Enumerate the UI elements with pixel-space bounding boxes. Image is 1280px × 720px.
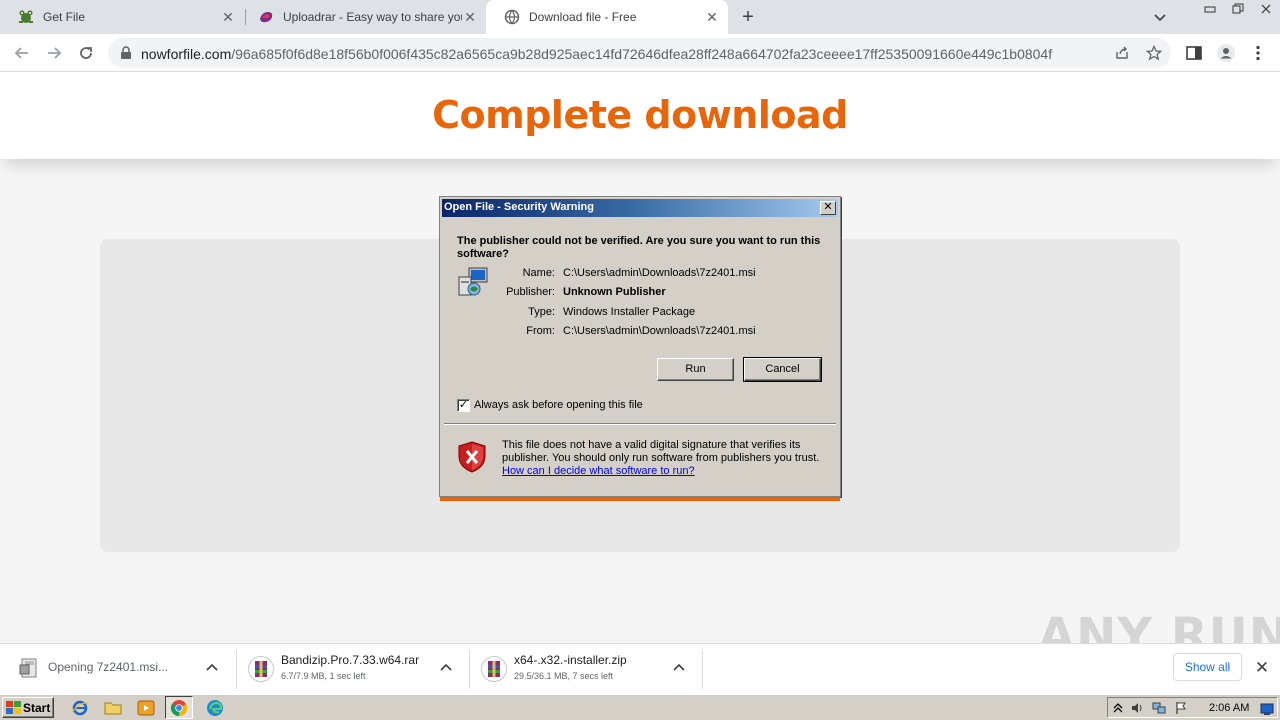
address-bar[interactable]: nowforfile.com/96a685f0f6d8e18f56b0f006f…: [108, 38, 1171, 68]
download-status: 29.5/36.1 MB, 7 secs left: [514, 671, 614, 681]
download-item[interactable]: x64-.x32.-installer.zip 29.5/36.1 MB, 7 …: [470, 644, 702, 695]
new-tab-button[interactable]: +: [738, 7, 758, 27]
close-download-bar-button[interactable]: ✕: [1253, 659, 1271, 677]
url-host: nowforfile.com: [141, 46, 232, 62]
download-name: Opening 7z2401.msi...: [48, 660, 169, 674]
tab-search-chevron-icon[interactable]: [1152, 9, 1168, 25]
frog-icon: [19, 10, 33, 23]
tab-uploadrar[interactable]: Uploadrar - Easy way to share your ✕: [240, 0, 486, 34]
share-icon[interactable]: [1114, 45, 1130, 61]
dialog-title: Open File - Security Warning: [444, 201, 594, 213]
tab-close-button[interactable]: ✕: [462, 9, 478, 25]
download-name: Bandizip.Pro.7.33.w64.rar: [281, 653, 420, 667]
msi-file-icon: [19, 658, 37, 678]
tab-title: Uploadrar - Easy way to share your: [283, 10, 462, 24]
media-player-icon[interactable]: [137, 699, 155, 717]
name-key: Name:: [522, 267, 555, 279]
globe-icon: [504, 9, 520, 25]
help-link[interactable]: How can I decide what software to run?: [502, 465, 695, 477]
download-separator: [702, 650, 703, 689]
reload-icon[interactable]: [76, 43, 96, 63]
security-warning-dialog: Open File - Security Warning ✕ The publi…: [439, 196, 841, 501]
download-name: x64-.x32.-installer.zip: [514, 653, 627, 667]
url-text[interactable]: nowforfile.com/96a685f0f6d8e18f56b0f006f…: [141, 46, 1101, 62]
restore-icon: [1232, 3, 1244, 14]
start-label: Start: [23, 701, 51, 715]
network-icon[interactable]: [1152, 701, 1166, 715]
tab-strip: Get File ✕ Uploadrar - Easy way to share…: [0, 0, 1280, 34]
windows-logo-icon: [6, 701, 21, 714]
download-item[interactable]: Bandizip.Pro.7.33.w64.rar 6.7/7.9 MB, 1 …: [237, 644, 469, 695]
action-center-flag-icon[interactable]: [1174, 701, 1188, 715]
minimize-icon: [1204, 6, 1216, 13]
url-path: /96a685f0f6d8e18f56b0f006f435c82a6565ca9…: [231, 46, 1053, 62]
chrome-taskbar-button[interactable]: [165, 696, 193, 719]
show-desktop-icon[interactable]: [1260, 702, 1274, 716]
download-bar: Opening 7z2401.msi... Bandizip.Pro.7.33.…: [0, 643, 1280, 694]
name-value: C:\Users\admin\Downloads\7z2401.msi: [563, 267, 756, 279]
profile-avatar-icon[interactable]: [1216, 43, 1236, 63]
run-button[interactable]: Run: [657, 358, 734, 381]
publisher-value: Unknown Publisher: [563, 286, 666, 298]
folder-icon[interactable]: [104, 699, 122, 717]
download-status: 6.7/7.9 MB, 1 sec left: [281, 671, 366, 681]
type-key: Type:: [528, 306, 555, 318]
system-tray: 2:06 AM: [1107, 697, 1278, 718]
download-item[interactable]: Opening 7z2401.msi...: [0, 644, 235, 695]
rar-archive-icon: [481, 656, 507, 682]
dialog-separator: [444, 423, 836, 425]
red-shield-warning-icon: [458, 441, 486, 473]
volume-icon[interactable]: [1130, 701, 1144, 715]
chevron-up-icon[interactable]: [438, 660, 454, 676]
tab-get-file[interactable]: Get File ✕: [0, 0, 244, 34]
bookmark-star-icon[interactable]: [1146, 45, 1162, 61]
chevron-up-icon[interactable]: [204, 660, 220, 676]
type-value: Windows Installer Package: [563, 306, 696, 318]
from-key: From:: [526, 325, 555, 337]
taskbar-clock[interactable]: 2:06 AM: [1209, 702, 1249, 714]
signature-warning-text: This file does not have a valid digital …: [502, 439, 820, 464]
browser-toolbar: nowforfile.com/96a685f0f6d8e18f56b0f006f…: [0, 34, 1280, 72]
from-value: C:\Users\admin\Downloads\7z2401.msi: [563, 325, 756, 337]
more-menu-icon[interactable]: [1248, 43, 1268, 63]
tab-title: Download file - Free: [529, 10, 637, 24]
restore-button[interactable]: [1224, 0, 1252, 18]
window-controls: [1196, 0, 1280, 18]
screen: Get File ✕ Uploadrar - Easy way to share…: [0, 0, 1280, 720]
page-header: Complete download: [0, 72, 1280, 159]
always-ask-label[interactable]: Always ask before opening this file: [474, 399, 643, 411]
internet-explorer-icon[interactable]: [71, 699, 89, 717]
minimize-button[interactable]: [1196, 0, 1224, 18]
dialog-question: The publisher could not be verified. Are…: [457, 235, 821, 260]
chrome-icon: [170, 700, 188, 717]
publisher-key: Publisher:: [506, 286, 555, 298]
tab-download-file[interactable]: Download file - Free ✕: [486, 0, 728, 34]
edge-icon[interactable]: [206, 699, 224, 717]
side-panel-icon[interactable]: [1184, 43, 1204, 63]
rar-archive-icon: [248, 656, 274, 682]
tab-title: Get File: [43, 10, 86, 24]
show-all-button[interactable]: Show all: [1173, 653, 1242, 681]
tab-close-button[interactable]: ✕: [220, 9, 236, 25]
close-window-button[interactable]: [1252, 0, 1280, 18]
cancel-button[interactable]: Cancel: [743, 357, 822, 382]
page-title: Complete download: [432, 93, 848, 137]
dialog-close-button[interactable]: ✕: [820, 201, 836, 215]
tab-close-button[interactable]: ✕: [704, 9, 720, 25]
chevron-up-icon[interactable]: [671, 660, 687, 676]
close-icon: [1261, 4, 1271, 14]
lock-icon[interactable]: [120, 46, 132, 60]
start-button[interactable]: Start: [2, 697, 54, 718]
always-ask-checkbox[interactable]: ✓: [457, 399, 470, 412]
show-hidden-icons-icon[interactable]: [1111, 701, 1125, 715]
forward-arrow-icon[interactable]: [44, 43, 64, 63]
uploadrar-icon: [260, 12, 273, 23]
taskbar: Start 2:06 AM: [0, 694, 1280, 720]
back-arrow-icon[interactable]: [12, 43, 32, 63]
dialog-titlebar[interactable]: Open File - Security Warning ✕: [442, 199, 838, 217]
